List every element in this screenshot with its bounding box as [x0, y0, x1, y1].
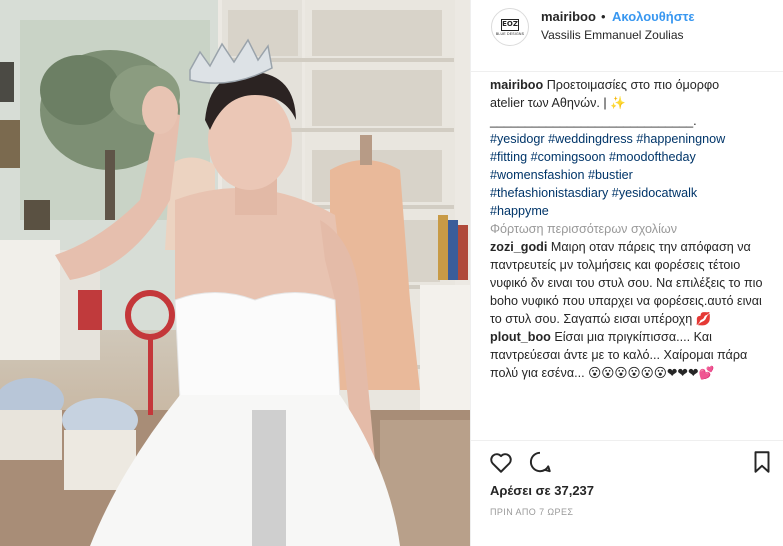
hashtags-line-4[interactable]: #thefashionistasdiary #yesidocatwalk [490, 186, 697, 200]
comment-bubble-icon[interactable] [527, 449, 553, 475]
hashtags-line-2[interactable]: #fitting #comingsoon #moodoftheday [490, 150, 696, 164]
bookmark-icon[interactable] [749, 449, 775, 475]
post-photo[interactable] [0, 0, 470, 546]
post-actions: Αρέσει σε 37,237 ΠΡΙΝ ΑΠΟ 7 ΩΡΕΣ [471, 440, 783, 540]
heart-icon[interactable] [488, 449, 514, 475]
comment-username[interactable]: zozi_godi [490, 240, 547, 254]
comment-item: zozi_godi Μαιρη οταν πάρεις την απόφαση … [490, 238, 774, 328]
header-separator: • [601, 9, 606, 24]
likes-count[interactable]: Αρέσει σε 37,237 [490, 483, 594, 498]
post-timestamp: ΠΡΙΝ ΑΠΟ 7 ΩΡΕΣ [490, 507, 574, 517]
caption-line-2: atelier των Αθηνών. | ✨ [490, 96, 626, 110]
hashtags-line-3[interactable]: #womensfashion #bustier [490, 168, 633, 182]
comment-username[interactable]: plout_boo [490, 330, 551, 344]
photo-illustration [0, 0, 470, 546]
post-side-panel: EOZ BLUE DESIGNS mairiboo • Ακολουθήστε … [470, 0, 783, 546]
avatar-logo: EOZ [501, 18, 519, 31]
comment-item: plout_boo Είσαι μια πριγκίπισσα.... Και … [490, 328, 774, 382]
header-username[interactable]: mairiboo [541, 9, 596, 24]
caption-username[interactable]: mairiboo [490, 78, 543, 92]
caption-divider: _____________________________. [490, 114, 697, 128]
comments-section: mairiboo Προετοιμασίες στο πιο όμορφο at… [490, 76, 774, 382]
post-header: EOZ BLUE DESIGNS mairiboo • Ακολουθήστε … [471, 0, 783, 72]
post-location[interactable]: Vassilis Emmanuel Zoulias [541, 28, 684, 42]
load-more-comments-button[interactable]: Φόρτωση περισσότερων σχολίων [490, 220, 774, 238]
hashtags-line-5[interactable]: #happyme [490, 204, 549, 218]
profile-avatar[interactable]: EOZ BLUE DESIGNS [491, 8, 529, 46]
follow-button[interactable]: Ακολουθήστε [612, 9, 695, 24]
caption-line-1: Προετοιμασίες στο πιο όμορφο [546, 78, 720, 92]
caption: mairiboo Προετοιμασίες στο πιο όμορφο at… [490, 76, 774, 220]
hashtags-line-1[interactable]: #yesidogr #weddingdress #happeningnow [490, 132, 725, 146]
avatar-logo-subtext: BLUE DESIGNS [495, 31, 525, 36]
